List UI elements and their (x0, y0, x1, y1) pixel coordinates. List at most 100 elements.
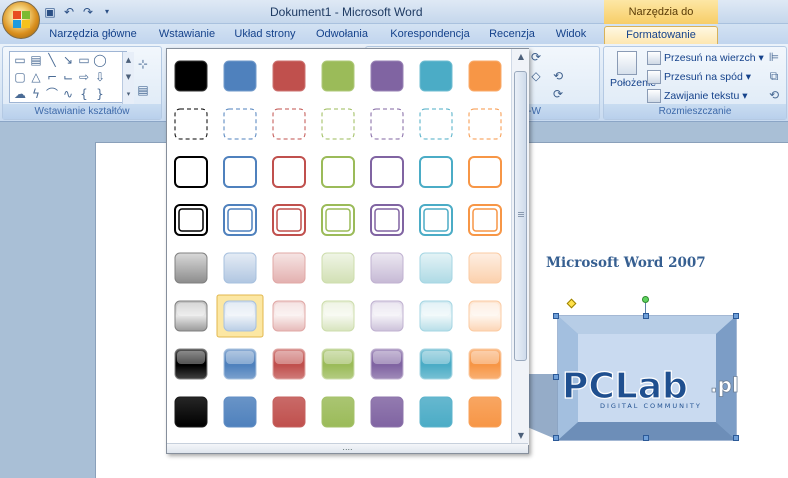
oval-icon[interactable]: ◯ (92, 53, 108, 68)
shape-style-intense-green[interactable] (321, 396, 355, 428)
shape-style-double-black[interactable] (174, 204, 208, 236)
shape-style-intense-orange[interactable] (468, 396, 502, 428)
brace-right-icon[interactable]: } (92, 87, 108, 102)
shape-style-glossy-black[interactable] (174, 348, 208, 380)
shape-style-dashed-black[interactable] (174, 108, 208, 140)
scroll-thumb[interactable] (514, 71, 527, 361)
group-icon[interactable]: ⧉ (766, 69, 782, 84)
shape-style-soft-red[interactable] (272, 300, 306, 332)
shape-style-intense-purple[interactable] (370, 396, 404, 428)
tab-review[interactable]: Recenzja (484, 26, 540, 44)
shape-style-solid-orange[interactable] (468, 60, 502, 92)
shape-style-light-red[interactable] (272, 252, 306, 284)
shape-style-glossy-aqua[interactable] (419, 348, 453, 380)
shape-style-dashed-aqua[interactable] (419, 108, 453, 140)
resize-handle-bottom[interactable] (643, 435, 649, 441)
arrow-line-icon[interactable]: ↘ (60, 53, 76, 68)
rectangle-icon[interactable]: ▭ (76, 53, 92, 68)
text-box-icon[interactable]: ▭ (12, 53, 28, 68)
send-to-back-button[interactable]: Przesuń na spód ▾ (647, 69, 751, 85)
shape-style-glossy-red[interactable] (272, 348, 306, 380)
right-arrow-icon[interactable]: ⇨ (76, 70, 92, 85)
shape-style-double-green[interactable] (321, 204, 355, 236)
shape-style-outline-orange[interactable] (468, 156, 502, 188)
shape-style-light-orange[interactable] (468, 252, 502, 284)
resize-handle-left[interactable] (553, 374, 559, 380)
gallery-resize-grip[interactable]: .... (167, 443, 528, 453)
curve-icon[interactable]: ∿ (60, 87, 76, 102)
shape-style-solid-red[interactable] (272, 60, 306, 92)
shape-style-glossy-blue[interactable] (223, 348, 257, 380)
save-icon[interactable]: ▣ (42, 4, 58, 20)
shape-style-dashed-purple[interactable] (370, 108, 404, 140)
shape-style-intense-black[interactable] (174, 396, 208, 428)
shape-style-light-green[interactable] (321, 252, 355, 284)
resize-handle-bottom-right[interactable] (733, 435, 739, 441)
tab-home[interactable]: Narzędzia główne (44, 26, 142, 44)
office-button[interactable] (2, 1, 40, 39)
elbow-connector-icon[interactable]: ⌐ (44, 70, 60, 85)
shape-style-soft-orange[interactable] (468, 300, 502, 332)
shape-style-glossy-orange[interactable] (468, 348, 502, 380)
tilt-down-icon[interactable]: ⟳ (550, 87, 566, 102)
shape-style-double-aqua[interactable] (419, 204, 453, 236)
tab-view[interactable]: Widok (548, 26, 594, 44)
shapes-gallery[interactable]: ▭ ▤ ╲ ↘ ▭ ◯ ▢ △ ⌐ ⌙ ⇨ ⇩ ☁ ϟ ⌒ ∿ { } ▲ ▼ … (9, 51, 134, 104)
tab-insert[interactable]: Wstawianie (148, 26, 226, 44)
shape-style-light-purple[interactable] (370, 252, 404, 284)
shape-style-soft-aqua[interactable] (419, 300, 453, 332)
scroll-up-icon[interactable]: ▲ (515, 52, 527, 62)
down-arrow-icon[interactable]: ⇩ (92, 70, 108, 85)
edit-shape-icon[interactable]: ⊹ (135, 57, 151, 72)
tab-references[interactable]: Odwołania (312, 26, 372, 44)
shape-style-dashed-blue[interactable] (223, 108, 257, 140)
shape-style-intense-aqua[interactable] (419, 396, 453, 428)
brace-left-icon[interactable]: { (76, 87, 92, 102)
gallery-scrollbar[interactable]: ▲ ▼ (511, 49, 529, 445)
vertical-text-box-icon[interactable]: ▤ (28, 53, 44, 68)
text-wrapping-button[interactable]: Zawijanie tekstu ▾ (647, 88, 748, 104)
align-icon[interactable]: ⊫ (766, 50, 782, 65)
shape-style-outline-blue[interactable] (223, 156, 257, 188)
position-button[interactable]: Położenie (610, 51, 656, 99)
undo-icon[interactable]: ↶ (61, 4, 77, 20)
shape-style-double-purple[interactable] (370, 204, 404, 236)
shape-style-outline-purple[interactable] (370, 156, 404, 188)
shape-style-double-orange[interactable] (468, 204, 502, 236)
rounded-rectangle-icon[interactable]: ▢ (12, 70, 28, 85)
scroll-down-icon[interactable]: ▼ (123, 69, 134, 86)
tab-page-layout[interactable]: Układ strony (228, 26, 302, 44)
resize-handle-bottom-left[interactable] (553, 435, 559, 441)
arc-icon[interactable]: ⌒ (44, 87, 60, 102)
shape-style-solid-green[interactable] (321, 60, 355, 92)
more-shapes-icon[interactable]: ▾ (123, 86, 134, 103)
shape-style-soft-blue[interactable] (216, 294, 264, 338)
shape-style-solid-purple[interactable] (370, 60, 404, 92)
shapes-scrollbar[interactable]: ▲ ▼ ▾ (122, 52, 134, 104)
shape-style-double-blue[interactable] (223, 204, 257, 236)
resize-handle-top[interactable] (643, 313, 649, 319)
shape-style-outline-red[interactable] (272, 156, 306, 188)
shape-style-solid-black[interactable] (174, 60, 208, 92)
lightning-icon[interactable]: ϟ (28, 87, 44, 102)
cloud-icon[interactable]: ☁ (12, 87, 28, 102)
shape-style-outline-green[interactable] (321, 156, 355, 188)
shape-style-soft-black[interactable] (174, 300, 208, 332)
shape-style-soft-purple[interactable] (370, 300, 404, 332)
shape-style-outline-aqua[interactable] (419, 156, 453, 188)
shape-style-outline-black[interactable] (174, 156, 208, 188)
tilt-side-icon[interactable]: ◇ (528, 69, 544, 84)
tilt-up-icon[interactable]: ⟳ (528, 50, 544, 65)
line-icon[interactable]: ╲ (44, 53, 60, 68)
shape-style-intense-red[interactable] (272, 396, 306, 428)
shape-style-soft-green[interactable] (321, 300, 355, 332)
scroll-down-icon[interactable]: ▼ (515, 431, 527, 441)
scroll-up-icon[interactable]: ▲ (123, 52, 134, 69)
tilt-right-icon[interactable]: ⟲ (550, 69, 566, 84)
redo-icon[interactable]: ↷ (80, 4, 96, 20)
shape-style-light-blue[interactable] (223, 252, 257, 284)
shape-style-intense-blue[interactable] (223, 396, 257, 428)
shape-style-solid-aqua[interactable] (419, 60, 453, 92)
shape-style-glossy-green[interactable] (321, 348, 355, 380)
tab-mailings[interactable]: Korespondencja (384, 26, 476, 44)
